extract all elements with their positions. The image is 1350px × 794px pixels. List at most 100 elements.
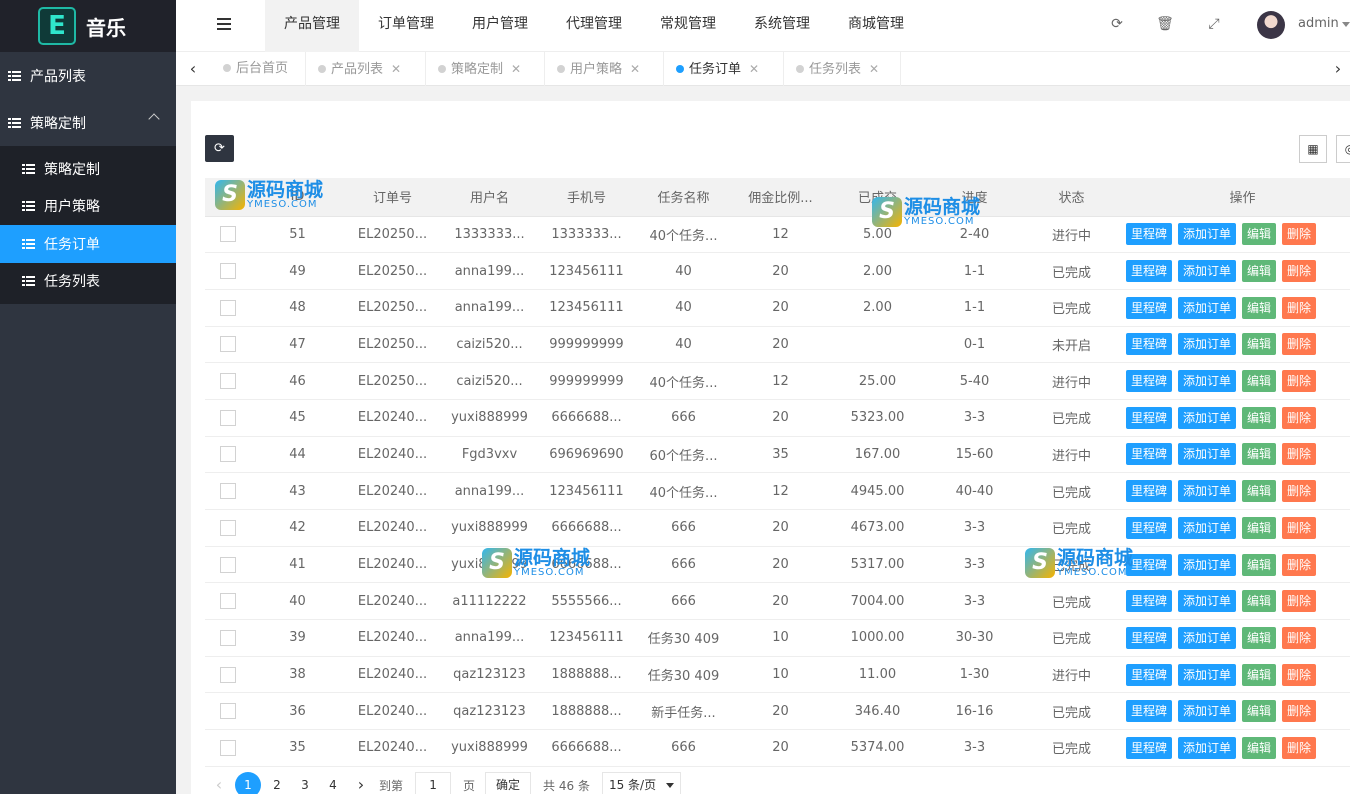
edit-button[interactable]: 编辑 (1242, 663, 1277, 686)
row-checkbox-cell[interactable] (205, 692, 251, 731)
delete-button[interactable]: 删除 (1282, 260, 1317, 283)
page-tab-home[interactable]: 后台首页 (211, 52, 306, 86)
header-checkbox-cell[interactable] (205, 178, 251, 217)
row-checkbox-cell[interactable] (205, 729, 251, 767)
row-checkbox[interactable] (220, 373, 236, 390)
chevron-left-icon[interactable]: ‹ (176, 52, 210, 86)
row-checkbox-cell[interactable] (205, 252, 251, 290)
row-checkbox-cell[interactable] (205, 509, 251, 547)
delete-button[interactable]: 删除 (1282, 370, 1317, 393)
fullscreen-icon[interactable]: ⤢ (1204, 14, 1224, 34)
tab-agent-management[interactable]: 代理管理 (547, 0, 641, 52)
row-checkbox-cell[interactable] (205, 399, 251, 437)
page-tab-task-list[interactable]: 任务列表 ✕ (784, 52, 901, 86)
row-checkbox-cell[interactable] (205, 656, 251, 694)
goto-confirm-button[interactable]: 确定 (485, 772, 532, 794)
delete-button[interactable]: 删除 (1282, 736, 1317, 759)
close-icon[interactable]: ✕ (630, 62, 640, 76)
add-order-button[interactable]: 添加订单 (1178, 480, 1237, 503)
next-page-icon[interactable]: › (347, 771, 375, 794)
milestone-button[interactable]: 里程碑 (1126, 736, 1173, 759)
row-checkbox-cell[interactable] (205, 326, 251, 364)
milestone-button[interactable]: 里程碑 (1126, 480, 1173, 503)
edit-button[interactable]: 编辑 (1242, 260, 1277, 283)
close-icon[interactable]: ✕ (511, 62, 521, 76)
column-header[interactable]: 进度 (926, 178, 1023, 217)
refresh-icon[interactable]: ⟳ (1107, 14, 1127, 34)
columns-icon[interactable]: ▦ (1299, 135, 1327, 163)
add-order-button[interactable]: 添加订单 (1178, 296, 1237, 319)
row-checkbox-cell[interactable] (205, 619, 251, 657)
goto-page-input[interactable]: 1 (415, 772, 452, 794)
add-order-button[interactable]: 添加订单 (1178, 626, 1237, 649)
milestone-button[interactable]: 里程碑 (1126, 626, 1173, 649)
close-icon[interactable]: ✕ (749, 62, 759, 76)
delete-button[interactable]: 删除 (1282, 333, 1317, 356)
page-button[interactable]: 3 (291, 771, 319, 794)
prev-page-icon[interactable]: ‹ (205, 771, 233, 794)
row-checkbox-cell[interactable] (205, 436, 251, 474)
row-checkbox-cell[interactable] (205, 362, 251, 400)
page-tab-task-orders[interactable]: 任务订单 ✕ (664, 52, 784, 86)
page-size-select[interactable]: 15 条/页 (601, 772, 682, 794)
delete-button[interactable]: 删除 (1282, 590, 1317, 613)
milestone-button[interactable]: 里程碑 (1126, 443, 1173, 466)
close-icon[interactable]: ✕ (391, 62, 401, 76)
edit-button[interactable]: 编辑 (1242, 223, 1277, 246)
row-checkbox[interactable] (220, 409, 236, 426)
delete-button[interactable]: 删除 (1282, 663, 1317, 686)
milestone-button[interactable]: 里程碑 (1126, 553, 1173, 576)
milestone-button[interactable]: 里程碑 (1126, 260, 1173, 283)
sidebar-subitem-task-list[interactable]: 任务列表 (0, 263, 176, 301)
row-checkbox[interactable] (220, 519, 236, 536)
export-icon[interactable]: ◎ (1336, 135, 1350, 163)
add-order-button[interactable]: 添加订单 (1178, 553, 1237, 576)
sidebar-item-product-list[interactable]: 产品列表 (0, 52, 176, 99)
edit-button[interactable]: 编辑 (1242, 370, 1277, 393)
delete-button[interactable]: 删除 (1282, 406, 1317, 429)
row-checkbox-cell[interactable] (205, 582, 251, 621)
table-refresh-button[interactable]: ⟳ (205, 135, 234, 162)
edit-button[interactable]: 编辑 (1242, 480, 1277, 503)
edit-button[interactable]: 编辑 (1242, 700, 1277, 723)
milestone-button[interactable]: 里程碑 (1126, 406, 1173, 429)
edit-button[interactable]: 编辑 (1242, 406, 1277, 429)
column-header[interactable]: 订单号 (344, 178, 441, 217)
close-icon[interactable]: ✕ (869, 62, 879, 76)
row-checkbox[interactable] (220, 263, 236, 280)
column-header[interactable]: 用户名 (441, 178, 538, 217)
add-order-button[interactable]: 添加订单 (1178, 260, 1237, 283)
caret-down-icon[interactable] (1342, 22, 1350, 27)
tab-product-management[interactable]: 产品管理 (265, 0, 359, 52)
menu-toggle-icon[interactable] (217, 18, 231, 30)
milestone-button[interactable]: 里程碑 (1126, 296, 1173, 319)
row-checkbox-cell[interactable] (205, 216, 251, 254)
add-order-button[interactable]: 添加订单 (1178, 700, 1237, 723)
user-name[interactable]: admin (1298, 16, 1339, 31)
row-checkbox[interactable] (220, 336, 236, 353)
delete-button[interactable]: 删除 (1282, 626, 1317, 649)
row-checkbox[interactable] (220, 556, 236, 573)
row-checkbox[interactable] (220, 299, 236, 316)
edit-button[interactable]: 编辑 (1242, 553, 1277, 576)
add-order-button[interactable]: 添加订单 (1178, 590, 1237, 613)
tab-order-management[interactable]: 订单管理 (359, 0, 453, 52)
row-checkbox[interactable] (220, 666, 236, 683)
milestone-button[interactable]: 里程碑 (1126, 516, 1173, 539)
add-order-button[interactable]: 添加订单 (1178, 223, 1237, 246)
add-order-button[interactable]: 添加订单 (1178, 443, 1237, 466)
milestone-button[interactable]: 里程碑 (1126, 700, 1173, 723)
column-header[interactable]: ID (251, 178, 344, 217)
delete-button[interactable]: 删除 (1282, 553, 1317, 576)
milestone-button[interactable]: 里程碑 (1126, 663, 1173, 686)
column-header[interactable]: 任务名称 (635, 178, 732, 217)
delete-button[interactable]: 删除 (1282, 516, 1317, 539)
row-checkbox[interactable] (220, 226, 236, 243)
page-button[interactable]: 4 (319, 771, 347, 794)
page-button-current[interactable]: 1 (235, 772, 261, 794)
trash-icon[interactable]: 🗑 (1155, 14, 1175, 34)
column-header[interactable]: 状态 (1023, 178, 1120, 217)
milestone-button[interactable]: 里程碑 (1126, 370, 1173, 393)
sidebar-subitem-task-orders[interactable]: 任务订单 (0, 225, 176, 263)
edit-button[interactable]: 编辑 (1242, 516, 1277, 539)
